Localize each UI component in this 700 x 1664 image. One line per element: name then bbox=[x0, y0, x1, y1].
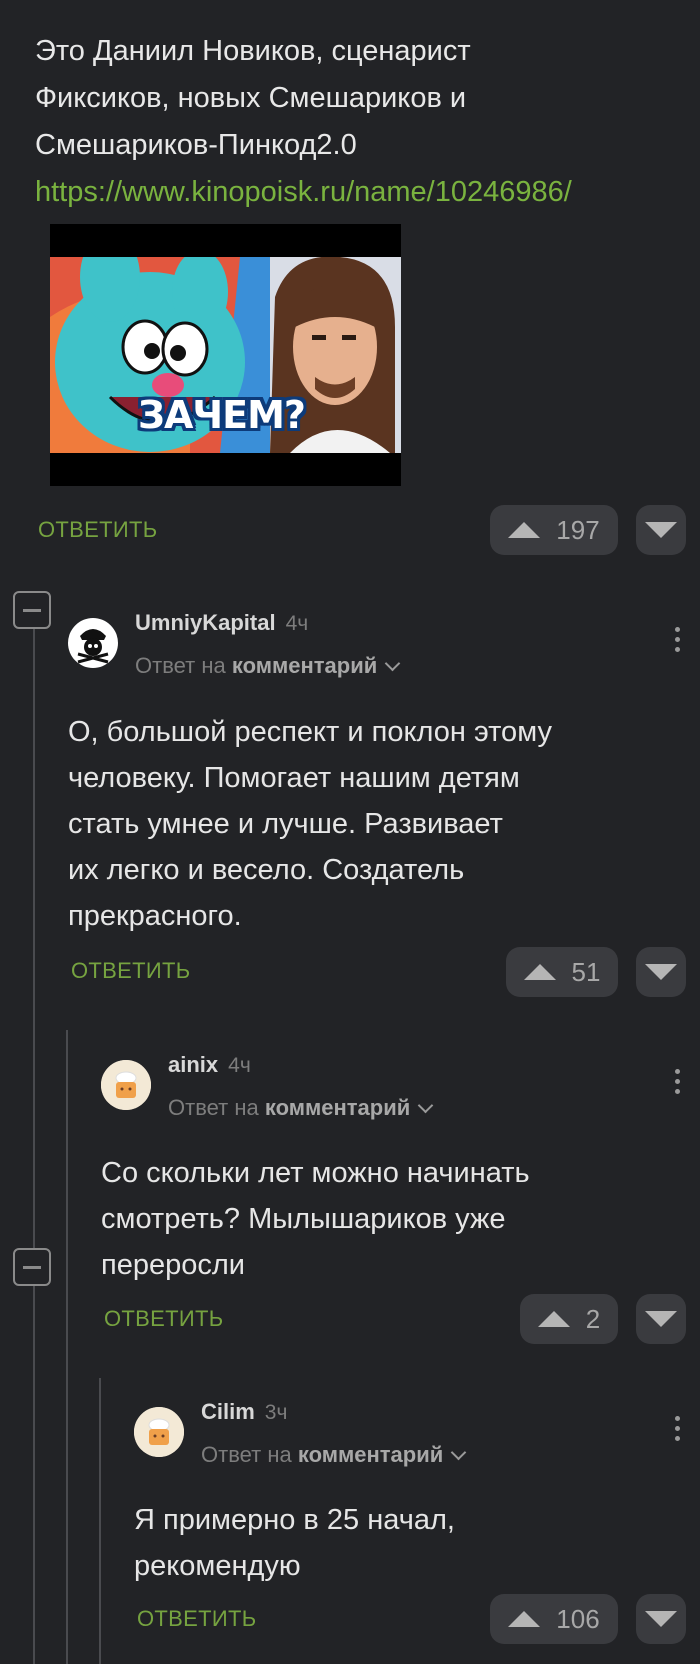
comment-upvote-button[interactable]: 51 bbox=[506, 947, 618, 997]
comment-text: Я примерно в 25 начал, рекомендую bbox=[134, 1497, 674, 1589]
comment-text: О, большой респект и поклон этому челове… bbox=[68, 709, 668, 939]
avatar[interactable] bbox=[101, 1060, 151, 1110]
post-text-line: Фиксиков, новых Смешариков и bbox=[35, 82, 467, 114]
comment-author[interactable]: UmniyKapital 4ч bbox=[135, 610, 308, 636]
comment-text-line: Я примерно в 25 начал, bbox=[134, 1504, 455, 1536]
comment-text-line: смотреть? Мылышариков уже bbox=[101, 1203, 506, 1235]
collapse-button[interactable] bbox=[13, 1248, 51, 1286]
thread-line bbox=[99, 1378, 101, 1664]
comment-text-line: Со скольки лет можно начинать bbox=[101, 1157, 530, 1189]
reply-to-prefix: Ответ на bbox=[201, 1442, 292, 1467]
thumbnail-caption: ЗАЧЕМ? bbox=[138, 393, 306, 437]
chef-avatar-icon bbox=[101, 1060, 151, 1110]
comment-downvote-button[interactable] bbox=[636, 947, 686, 997]
upvote-icon bbox=[508, 522, 541, 538]
comment-text-line: человеку. Помогает нашим детям bbox=[68, 762, 520, 794]
comment-text-line: прекрасного. bbox=[68, 900, 242, 932]
comment-upvote-button[interactable]: 106 bbox=[490, 1594, 618, 1644]
comment-score: 51 bbox=[571, 956, 601, 987]
downvote-icon bbox=[645, 1311, 677, 1327]
thread-line bbox=[66, 1030, 68, 1664]
comment-reply-button[interactable]: ОТВЕТИТЬ bbox=[71, 958, 190, 984]
post-reply-button[interactable]: ОТВЕТИТЬ bbox=[38, 517, 157, 543]
avatar[interactable] bbox=[134, 1407, 184, 1457]
downvote-icon bbox=[645, 964, 677, 980]
comment-text-line: стать умнее и лучше. Развивает bbox=[68, 808, 503, 840]
pirate-avatar-icon bbox=[68, 618, 118, 668]
upvote-icon bbox=[537, 1311, 570, 1327]
post-link[interactable]: https://www.kinopoisk.ru/name/10246986/ bbox=[35, 169, 675, 216]
comment-reply-button[interactable]: ОТВЕТИТЬ bbox=[137, 1606, 256, 1632]
chef-avatar-icon bbox=[134, 1407, 184, 1457]
chevron-down-icon bbox=[385, 655, 401, 672]
avatar[interactable] bbox=[68, 618, 118, 668]
more-options-icon[interactable] bbox=[674, 1069, 680, 1094]
comment-score: 2 bbox=[585, 1303, 601, 1334]
comment-text: Со скольки лет можно начинать смотреть? … bbox=[101, 1150, 671, 1288]
collapse-icon bbox=[23, 608, 41, 612]
comment-downvote-button[interactable] bbox=[636, 1594, 686, 1644]
downvote-icon bbox=[645, 522, 677, 538]
video-thumbnail[interactable]: ЗАЧЕМ? bbox=[50, 224, 401, 486]
reply-to-prefix: Ответ на bbox=[135, 653, 226, 678]
comment-author[interactable]: Cilim 3ч bbox=[201, 1399, 287, 1425]
reply-to-prefix: Ответ на bbox=[168, 1095, 259, 1120]
username[interactable]: ainix bbox=[168, 1052, 218, 1077]
collapse-icon bbox=[23, 1265, 41, 1269]
reply-to-target[interactable]: комментарий bbox=[265, 1095, 410, 1120]
comment-author[interactable]: ainix 4ч bbox=[168, 1052, 251, 1078]
comment-text-line: их легко и весело. Создатель bbox=[68, 854, 465, 886]
comment-downvote-button[interactable] bbox=[636, 1294, 686, 1344]
comment-reply-button[interactable]: ОТВЕТИТЬ bbox=[104, 1306, 223, 1332]
username[interactable]: UmniyKapital bbox=[135, 610, 276, 635]
comment-text-line: рекомендую bbox=[134, 1550, 301, 1582]
reply-to[interactable]: Ответ на комментарий bbox=[201, 1442, 467, 1468]
chevron-down-icon bbox=[418, 1097, 434, 1114]
post-score: 197 bbox=[556, 514, 600, 545]
upvote-icon bbox=[508, 1611, 541, 1627]
comment-text-line: О, большой респект и поклон этому bbox=[68, 716, 552, 748]
collapse-button[interactable] bbox=[13, 591, 51, 629]
comment-time: 4ч bbox=[285, 612, 309, 635]
post-text-line: Смешариков-Пинкод2.0 bbox=[35, 129, 357, 161]
more-options-icon[interactable] bbox=[674, 627, 680, 652]
reply-to-target[interactable]: комментарий bbox=[298, 1442, 443, 1467]
thread-line bbox=[33, 610, 35, 1664]
reply-to-target[interactable]: комментарий bbox=[232, 653, 377, 678]
comment-time: 4ч bbox=[228, 1054, 251, 1077]
comment-score: 106 bbox=[556, 1603, 600, 1634]
username[interactable]: Cilim bbox=[201, 1399, 255, 1424]
comment-time: 3ч bbox=[264, 1401, 288, 1424]
reply-to[interactable]: Ответ на комментарий bbox=[135, 653, 401, 679]
downvote-icon bbox=[645, 1611, 677, 1627]
more-options-icon[interactable] bbox=[674, 1416, 680, 1441]
post-text-line: Это Даниил Новиков, сценарист bbox=[35, 35, 471, 67]
chevron-down-icon bbox=[451, 1444, 467, 1461]
comment-text-line: переросли bbox=[101, 1249, 245, 1281]
comment-upvote-button[interactable]: 2 bbox=[520, 1294, 618, 1344]
upvote-icon bbox=[523, 964, 556, 980]
post-upvote-button[interactable]: 197 bbox=[490, 505, 618, 555]
post-body: Это Даниил Новиков, сценарист Фиксиков, … bbox=[35, 28, 675, 216]
post-downvote-button[interactable] bbox=[636, 505, 686, 555]
thumbnail-scene: ЗАЧЕМ? bbox=[50, 257, 401, 453]
reply-to[interactable]: Ответ на комментарий bbox=[168, 1095, 434, 1121]
